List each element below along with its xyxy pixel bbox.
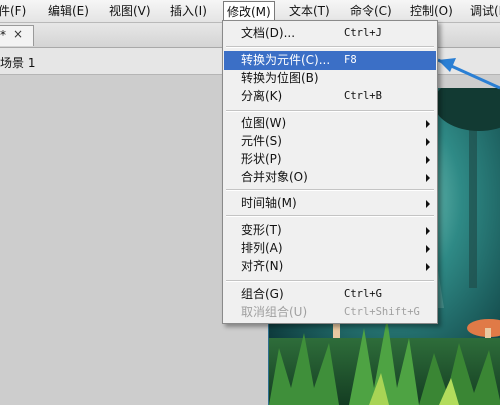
menu-item-align[interactable]: 对齐(N) <box>224 257 436 276</box>
menu-separator <box>226 280 434 282</box>
menu-item-timeline[interactable]: 时间轴(M) <box>224 194 436 213</box>
menu-item-arrange[interactable]: 排列(A) <box>224 239 436 258</box>
menu-item-bitmap[interactable]: 位图(W) <box>224 114 436 133</box>
menu-item-break-apart[interactable]: 分离(K) Ctrl+B <box>224 87 436 106</box>
menu-item-label: 分离(K) <box>241 89 283 103</box>
modify-menu-dropdown: 文档(D)... Ctrl+J 转换为元件(C)... F8 转换为位图(B) … <box>222 20 438 324</box>
menu-item-shortcut: Ctrl+B <box>344 90 382 102</box>
submenu-arrow-icon <box>426 138 430 146</box>
submenu-arrow-icon <box>426 174 430 182</box>
submenu-arrow-icon <box>426 156 430 164</box>
menu-item-shortcut: F8 <box>344 54 357 66</box>
submenu-arrow-icon <box>426 120 430 128</box>
menu-item-symbol[interactable]: 元件(S) <box>224 132 436 151</box>
menu-item-shortcut: Ctrl+Shift+G <box>344 306 420 318</box>
menu-item-label: 时间轴(M) <box>241 196 297 210</box>
menu-item-convert-to-bitmap[interactable]: 转换为位图(B) <box>224 69 436 88</box>
menu-item-shortcut: Ctrl+J <box>344 27 382 39</box>
menu-item-label: 组合(G) <box>241 287 284 301</box>
menu-item-label: 位图(W) <box>241 116 287 130</box>
menu-item-shape[interactable]: 形状(P) <box>224 150 436 169</box>
menu-item-label: 文档(D)... <box>241 26 296 40</box>
menu-item-label: 变形(T) <box>241 223 282 237</box>
menu-separator <box>226 189 434 191</box>
menu-item-combine-objects[interactable]: 合并对象(O) <box>224 168 436 187</box>
menu-item-document[interactable]: 文档(D)... Ctrl+J <box>224 24 436 43</box>
menu-item-label: 排列(A) <box>241 241 283 255</box>
menu-item-label: 元件(S) <box>241 134 282 148</box>
submenu-arrow-icon <box>426 263 430 271</box>
menu-item-ungroup[interactable]: 取消组合(U) Ctrl+Shift+G <box>224 303 436 322</box>
menu-item-label: 转换为位图(B) <box>241 71 319 85</box>
menu-separator <box>226 46 434 48</box>
menu-item-shortcut: Ctrl+G <box>344 288 382 300</box>
menu-item-label: 转换为元件(C)... <box>241 53 331 67</box>
submenu-arrow-icon <box>426 245 430 253</box>
menu-item-transform[interactable]: 变形(T) <box>224 221 436 240</box>
menu-separator <box>226 110 434 112</box>
submenu-arrow-icon <box>426 227 430 235</box>
menu-item-convert-to-symbol[interactable]: 转换为元件(C)... F8 <box>224 51 436 70</box>
submenu-arrow-icon <box>426 200 430 208</box>
menu-item-label: 合并对象(O) <box>241 170 308 184</box>
menu-item-group[interactable]: 组合(G) Ctrl+G <box>224 285 436 304</box>
menu-item-label: 对齐(N) <box>241 259 284 273</box>
menu-item-label: 形状(P) <box>241 152 282 166</box>
menu-separator <box>226 215 434 217</box>
menu-item-label: 取消组合(U) <box>241 305 308 319</box>
